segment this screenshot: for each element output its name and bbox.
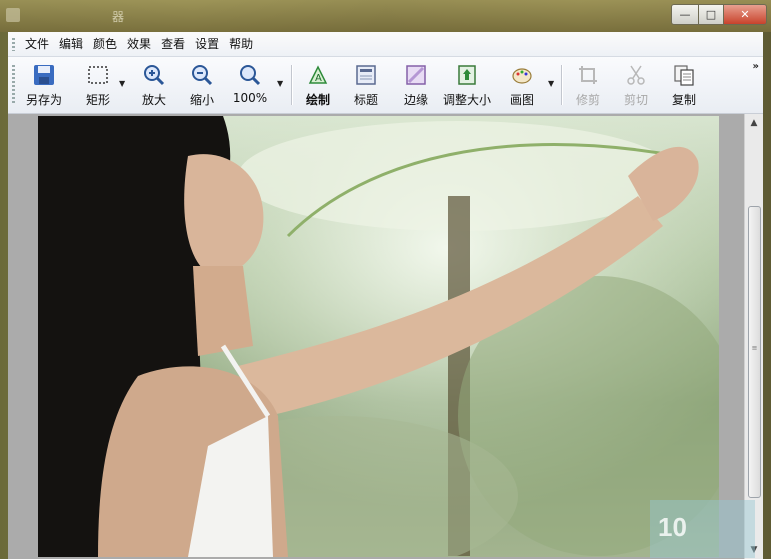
crop-button[interactable]: 修剪 xyxy=(568,61,608,109)
paint-button[interactable]: 画图 xyxy=(502,61,542,109)
maximize-icon: □ xyxy=(705,8,717,21)
menu-effects[interactable]: 效果 xyxy=(122,37,156,51)
zoom-out-icon xyxy=(190,63,214,87)
menu-bar: 文件 编辑 颜色 效果 查看 设置 帮助 xyxy=(8,32,763,57)
paint-label: 画图 xyxy=(509,93,534,107)
toolbar-overflow-button[interactable]: » xyxy=(753,61,759,72)
maximize-button[interactable]: □ xyxy=(699,4,724,25)
menu-file[interactable]: 文件 xyxy=(20,37,54,51)
svg-text:A: A xyxy=(315,73,322,84)
toolbar-grip[interactable] xyxy=(12,65,15,105)
draw-icon: A xyxy=(306,63,330,87)
photo-image[interactable] xyxy=(38,116,719,557)
rectangle-select-icon xyxy=(86,63,110,87)
vertical-scrollbar[interactable]: ▲ ≡ ▼ xyxy=(744,114,763,559)
paint-dropdown-icon[interactable]: ▼ xyxy=(548,79,554,88)
zoom-dropdown-icon[interactable]: ▼ xyxy=(277,79,283,88)
zoom-out-button[interactable]: 缩小 xyxy=(182,61,222,109)
zoom-actual-icon xyxy=(238,63,262,87)
caption-button[interactable]: 标题 xyxy=(346,61,386,109)
cut-button[interactable]: 剪切 xyxy=(616,61,656,109)
menu-color[interactable]: 颜色 xyxy=(88,37,122,51)
rectangle-dropdown-icon[interactable]: ▼ xyxy=(119,79,125,88)
zoom-in-icon xyxy=(142,63,166,87)
minimize-icon: — xyxy=(679,8,691,21)
cut-label: 剪切 xyxy=(623,93,648,107)
scroll-grip-icon: ≡ xyxy=(751,344,758,352)
resize-label: 调整大小 xyxy=(442,93,491,107)
app-window: 器 — □ ✕ 文件 编辑 颜色 效果 查看 设置 帮助 另存为 矩形 ▼ 放大… xyxy=(0,0,771,559)
menu-settings[interactable]: 设置 xyxy=(190,37,224,51)
scroll-thumb[interactable]: ≡ xyxy=(748,206,761,498)
paint-icon xyxy=(510,63,534,87)
copy-icon xyxy=(672,63,696,87)
rectangle-label: 矩形 xyxy=(85,93,110,107)
zoom-in-button[interactable]: 放大 xyxy=(134,61,174,109)
cut-icon xyxy=(624,63,648,87)
crop-icon xyxy=(576,63,600,87)
zoom-in-label: 放大 xyxy=(141,93,166,107)
draw-button[interactable]: A 绘制 xyxy=(298,61,338,109)
caption-icon xyxy=(354,63,378,87)
copy-button[interactable]: 复制 xyxy=(664,61,704,109)
toolbar: 另存为 矩形 ▼ 放大 缩小 100% ▼ A 绘制 标题 边缘 调整大小 画图… xyxy=(8,57,763,114)
title-bar[interactable]: 器 — □ ✕ xyxy=(0,0,771,32)
zoom-out-label: 缩小 xyxy=(189,93,214,107)
menu-grip[interactable] xyxy=(12,38,15,51)
window-title: 器 xyxy=(112,10,125,24)
client-area: 文件 编辑 颜色 效果 查看 设置 帮助 另存为 矩形 ▼ 放大 缩小 100%… xyxy=(8,32,763,559)
copy-label: 复制 xyxy=(671,93,696,107)
resize-button[interactable]: 调整大小 xyxy=(440,61,494,109)
border-label: 边缘 xyxy=(403,93,428,107)
rectangle-select-button[interactable]: 矩形 xyxy=(78,61,118,109)
save-as-button[interactable]: 另存为 xyxy=(22,61,66,109)
window-controls: — □ ✕ xyxy=(671,4,767,25)
watermark: 10 xyxy=(650,500,755,558)
save-as-label: 另存为 xyxy=(25,93,62,107)
draw-label: 绘制 xyxy=(305,93,330,107)
zoom-100-button[interactable]: 100% xyxy=(230,61,270,109)
crop-label: 修剪 xyxy=(575,93,600,107)
resize-icon xyxy=(455,63,479,87)
caption-label: 标题 xyxy=(353,93,378,107)
menu-edit[interactable]: 编辑 xyxy=(54,37,88,51)
toolbar-separator xyxy=(561,65,563,105)
menu-view[interactable]: 查看 xyxy=(156,37,190,51)
save-icon xyxy=(32,63,56,87)
app-icon xyxy=(6,8,20,22)
border-icon xyxy=(404,63,428,87)
zoom-100-label: 100% xyxy=(232,91,268,105)
close-icon: ✕ xyxy=(740,8,750,21)
image-canvas[interactable] xyxy=(8,114,745,559)
border-button[interactable]: 边缘 xyxy=(396,61,436,109)
minimize-button[interactable]: — xyxy=(671,4,699,25)
menu-help[interactable]: 帮助 xyxy=(224,37,258,51)
close-button[interactable]: ✕ xyxy=(724,4,767,25)
watermark-text: 10 xyxy=(658,512,687,542)
toolbar-separator xyxy=(291,65,293,105)
scroll-up-icon[interactable]: ▲ xyxy=(747,116,761,130)
